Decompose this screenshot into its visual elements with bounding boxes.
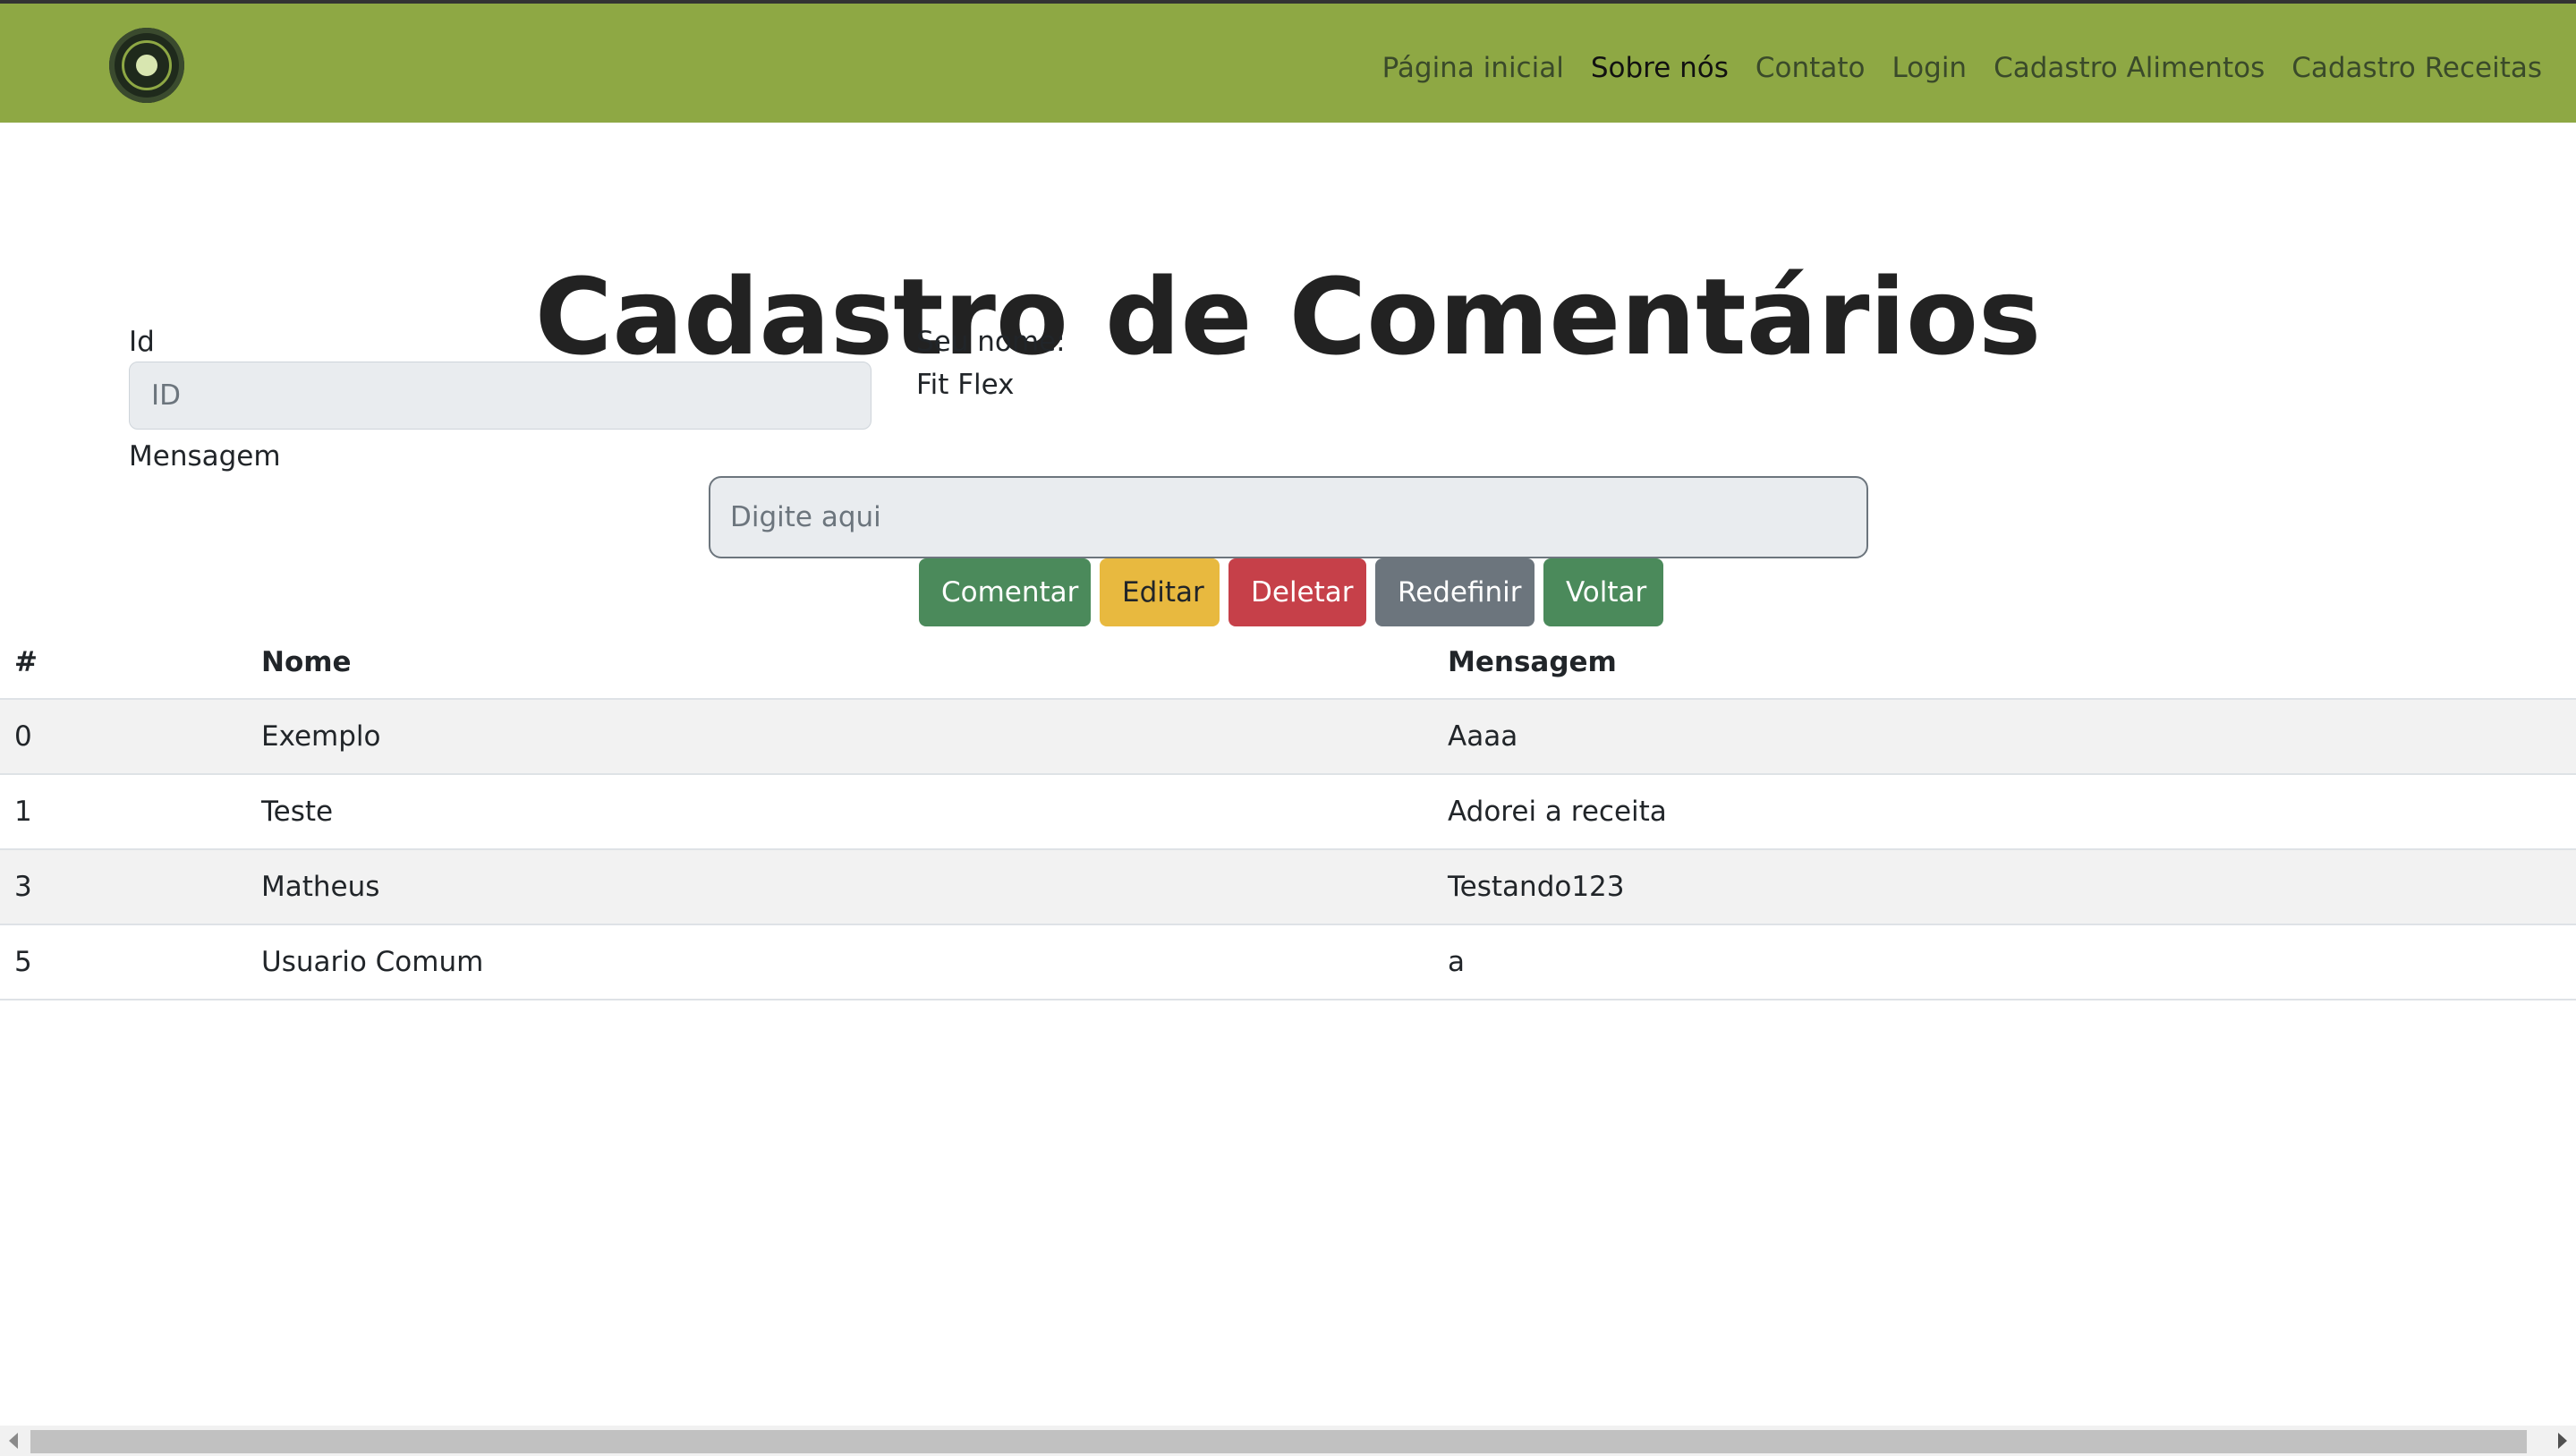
cell-id: 1: [0, 774, 247, 850]
name-value: Fit Flex: [916, 369, 1015, 401]
cell-id: 0: [0, 699, 247, 775]
cell-nome: Teste: [247, 774, 1433, 850]
cell-mensagem: Testando123: [1433, 849, 2576, 925]
cell-nome: Usuario Comum: [247, 924, 1433, 1000]
redefinir-button[interactable]: Redefinir: [1375, 558, 1535, 626]
nav-link-contato[interactable]: Contato: [1756, 50, 1866, 86]
deletar-button[interactable]: Deletar: [1228, 558, 1366, 626]
cell-id: 5: [0, 924, 247, 1000]
nav-link-sobre-nos[interactable]: Sobre nós: [1591, 50, 1729, 86]
name-label: Seu nome:: [916, 326, 1066, 358]
scrollbar-thumb[interactable]: [30, 1430, 2527, 1453]
editar-button[interactable]: Editar: [1100, 558, 1220, 626]
action-buttons: Comentar Editar Deletar Redefinir Voltar: [919, 558, 1663, 626]
fit-flex-logo-icon[interactable]: [109, 28, 184, 103]
cell-mensagem: a: [1433, 924, 2576, 1000]
arrow-left-icon[interactable]: [9, 1433, 18, 1449]
header-mensagem: Mensagem: [1433, 626, 2576, 700]
message-label: Mensagem: [129, 440, 281, 473]
arrow-right-icon[interactable]: [2558, 1433, 2567, 1449]
nav-link-cadastro-receitas[interactable]: Cadastro Receitas: [2291, 50, 2542, 86]
table-row[interactable]: 5 Usuario Comum a: [0, 924, 2576, 1000]
comentar-button[interactable]: Comentar: [919, 558, 1091, 626]
table-header-row: # Nome Mensagem: [0, 626, 2576, 700]
id-label: Id: [129, 326, 155, 358]
nav-link-pagina-inicial[interactable]: Página inicial: [1382, 50, 1564, 86]
logo-core: [136, 55, 157, 76]
comments-table: # Nome Mensagem 0 Exemplo Aaaa 1 Teste A…: [0, 626, 2576, 1000]
navbar: Página inicial Sobre nós Contato Login C…: [0, 4, 2576, 123]
id-input[interactable]: [129, 362, 871, 430]
table-row[interactable]: 0 Exemplo Aaaa: [0, 699, 2576, 775]
table-row[interactable]: 1 Teste Adorei a receita: [0, 774, 2576, 850]
nav-link-login[interactable]: Login: [1892, 50, 1967, 86]
cell-mensagem: Adorei a receita: [1433, 774, 2576, 850]
voltar-button[interactable]: Voltar: [1543, 558, 1663, 626]
header-id: #: [0, 626, 247, 700]
cell-nome: Matheus: [247, 849, 1433, 925]
message-input[interactable]: [709, 476, 1868, 558]
header-nome: Nome: [247, 626, 1433, 700]
table-row[interactable]: 3 Matheus Testando123: [0, 849, 2576, 925]
nav-links: Página inicial Sobre nós Contato Login C…: [1382, 50, 2542, 86]
cell-mensagem: Aaaa: [1433, 699, 2576, 775]
nav-link-cadastro-alimentos[interactable]: Cadastro Alimentos: [1994, 50, 2265, 86]
cell-nome: Exemplo: [247, 699, 1433, 775]
cell-id: 3: [0, 849, 247, 925]
horizontal-scrollbar[interactable]: [0, 1426, 2576, 1456]
